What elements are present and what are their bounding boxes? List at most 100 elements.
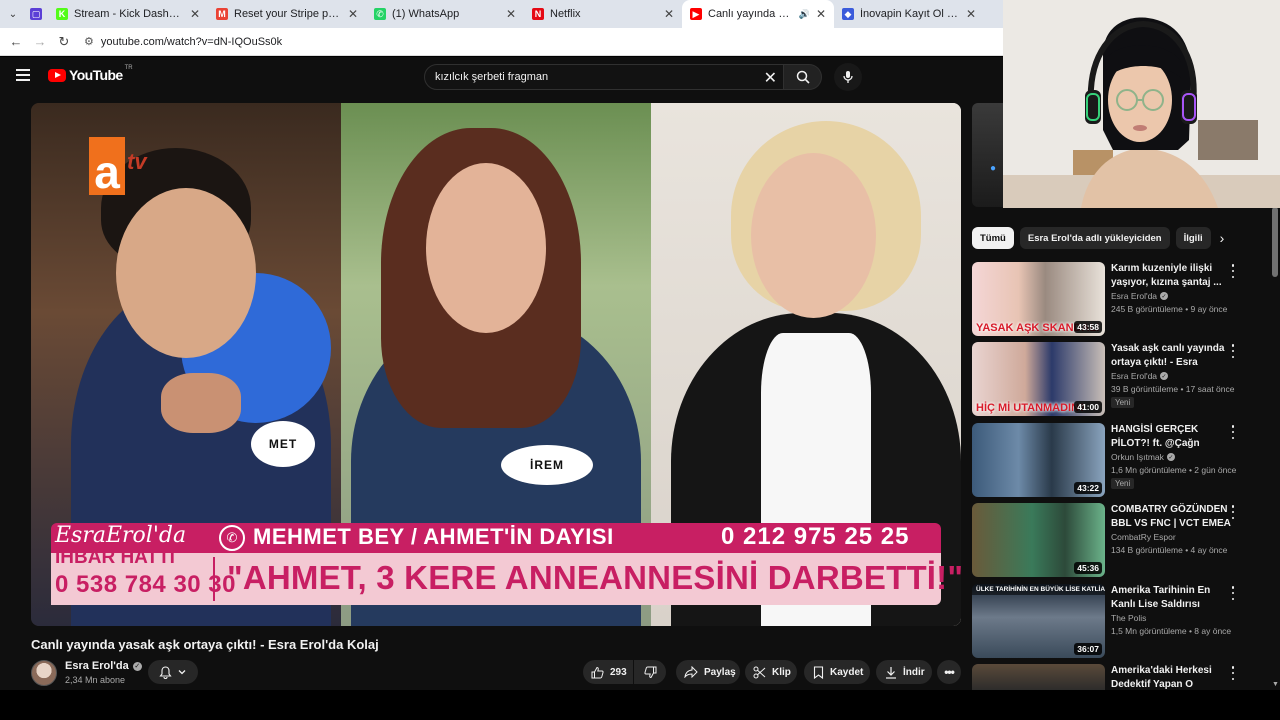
recommendation-title[interactable]: Amerika'daki Herkesi Dedektif Yapan O Ci… — [1111, 664, 1231, 692]
browser-tab[interactable]: N Netflix ✕ — [524, 0, 682, 28]
bookmark-icon — [813, 665, 824, 679]
search-button[interactable] — [784, 64, 822, 90]
recommendation-channel[interactable]: Orkun Işıtmak ✓ — [1111, 452, 1175, 462]
clear-search-icon[interactable]: ✕ — [764, 68, 777, 88]
pinned-tab[interactable]: ▢ — [26, 0, 48, 28]
video-player[interactable]: MET a tv İREM EsraErol'da ✆ MEHMET BEY /… — [31, 103, 961, 626]
menu-icon[interactable] — [16, 69, 30, 84]
search-input[interactable]: kızılcık şerbeti fragman ✕ — [424, 64, 784, 90]
browser-tab[interactable]: K Stream - Kick Dashboard ✕ — [48, 0, 208, 28]
reload-icon[interactable]: ↻ — [52, 34, 76, 50]
recommendation-title[interactable]: HANGİSİ GERÇEK PİLOT?! ft. @Çağn Ergün — [1111, 423, 1231, 451]
close-tab-icon[interactable]: ✕ — [190, 7, 200, 21]
recommendation-title[interactable]: COMBATRY GÖZÜNDEN BBL VS FNC | VCT EMEA … — [1111, 503, 1231, 531]
address-bar-row: ← → ↻ ⚙ youtube.com/watch?v=dN-IQOuSs0k — [0, 28, 1003, 56]
site-info-icon[interactable]: ⚙ — [84, 35, 94, 48]
person-right-face — [751, 153, 876, 318]
more-vertical-icon[interactable] — [1228, 586, 1238, 600]
filter-chip[interactable]: Tümü — [972, 227, 1014, 249]
close-tab-icon[interactable]: ✕ — [966, 7, 976, 21]
download-icon — [886, 666, 896, 679]
more-vertical-icon[interactable] — [1228, 505, 1238, 519]
hotline-number: 0 538 784 30 30 — [55, 571, 236, 598]
bottom-letterbox — [0, 690, 1280, 720]
recommendation-title[interactable]: Amerika Tarihinin En Kanlı Lise Saldırıs… — [1111, 584, 1231, 611]
tab-favicon-icon: ▶ — [690, 8, 702, 20]
clip-button[interactable]: Klip — [745, 660, 797, 684]
tab-favicon-icon: ✆ — [374, 8, 386, 20]
recommendation-channel[interactable]: Esra Erol'da ✓ — [1111, 291, 1169, 301]
more-actions-button[interactable]: ••• — [937, 660, 961, 684]
recommendation-thumbnail[interactable]: 43:22 — [972, 423, 1105, 497]
share-button[interactable]: Paylaş — [676, 660, 740, 684]
forward-arrow-icon[interactable]: → — [28, 34, 52, 49]
save-button[interactable]: Kaydet — [804, 660, 870, 684]
share-icon — [684, 666, 698, 678]
close-tab-icon[interactable]: ✕ — [506, 7, 516, 21]
close-tab-icon[interactable]: ✕ — [348, 7, 358, 21]
pinned-tab-icon: ▢ — [30, 8, 42, 20]
name-tag-center: İREM — [501, 445, 593, 485]
recommendation-channel-name: Esra Erol'da — [1111, 291, 1158, 301]
more-vertical-icon[interactable] — [1228, 666, 1238, 680]
recommendation-title[interactable]: Yasak aşk canlı yayında ortaya çıktı! - … — [1111, 342, 1231, 370]
chevron-right-icon[interactable]: › — [1212, 228, 1232, 248]
channel-logo-a: a — [89, 137, 125, 195]
notifications-button[interactable] — [148, 660, 198, 684]
filter-chip[interactable]: İlgili — [1175, 227, 1211, 249]
channel-name[interactable]: Esra Erol'da ✓ — [65, 660, 142, 672]
video-duration: 41:00 — [1074, 401, 1102, 413]
thumbs-down-icon — [643, 666, 656, 678]
filter-chip[interactable]: Esra Erol'da adlı yükleyiciden — [1019, 227, 1170, 249]
youtube-logo[interactable]: YouTube TR — [48, 65, 133, 83]
filter-chips: Tümü Esra Erol'da adlı yükleyiciden İlgili — [972, 227, 1217, 249]
recommendation-item[interactable]: 43:22 HANGİSİ GERÇEK PİLOT?! ft. @Çağn Er… — [972, 423, 1262, 497]
voice-search-button[interactable] — [834, 63, 862, 91]
person-left-face — [116, 188, 256, 358]
download-button[interactable]: İndir — [876, 660, 932, 684]
tab-search-button[interactable]: ⌄ — [0, 0, 26, 28]
like-button[interactable]: 293 — [583, 660, 633, 684]
recommendation-channel[interactable]: Esra Erol'da ✓ — [1111, 371, 1169, 381]
recommendation-thumbnail[interactable]: YASAK AŞK SKANDALI 43:58 — [972, 262, 1105, 336]
recommendation-thumbnail[interactable]: ÜLKE TARİHİNİN EN BÜYÜK LİSE KATLİAMI 36:… — [972, 584, 1105, 658]
banner-quote: "AHMET, 3 KERE ANNEANNESİNİ DARBETTİ!" — [227, 559, 961, 596]
scrollbar-thumb[interactable] — [1272, 207, 1278, 277]
recommendation-channel[interactable]: CombatRy Espor — [1111, 532, 1176, 542]
browser-tab[interactable]: M Reset your Stripe password - n ✕ — [208, 0, 366, 28]
clip-label: Klip — [772, 666, 791, 678]
scissors-icon — [753, 666, 766, 678]
recommendation-item[interactable]: YASAK AŞK SKANDALI 43:58 Karım kuzeniyle i… — [972, 262, 1262, 336]
recommendation-channel[interactable]: The Polis — [1111, 613, 1146, 623]
verified-icon: ✓ — [1166, 453, 1175, 461]
video-duration: 43:22 — [1074, 482, 1102, 494]
subscriber-count: 2,34 Mn abone — [65, 675, 126, 685]
more-vertical-icon[interactable] — [1228, 344, 1238, 358]
browser-tab[interactable]: ◆ İnovapin Kayıt Ol | Hemen Üye ✕ — [834, 0, 984, 28]
sidebar-scrollbar[interactable]: ▼ — [1270, 207, 1280, 690]
channel-logo-tv: tv — [127, 149, 147, 174]
recommendation-thumbnail[interactable] — [972, 664, 1105, 692]
more-vertical-icon[interactable] — [1228, 264, 1238, 278]
url-field[interactable]: ⚙ youtube.com/watch?v=dN-IQOuSs0k — [84, 35, 282, 49]
recommendation-channel-name: Orkun Işıtmak — [1111, 452, 1164, 462]
browser-tab[interactable]: ✆ (1) WhatsApp ✕ — [366, 0, 524, 28]
close-tab-icon[interactable]: ✕ — [816, 7, 826, 21]
speaker-icon: 🔊 — [798, 8, 810, 19]
back-arrow-icon[interactable]: ← — [4, 34, 28, 49]
youtube-play-icon — [48, 68, 66, 82]
browser-tab[interactable]: ▶ Canlı yayında yasak aşk orta🔊 ✕ — [682, 0, 834, 28]
recommendation-item[interactable]: ÜLKE TARİHİNİN EN BÜYÜK LİSE KATLİAMI 36:… — [972, 584, 1262, 658]
channel-avatar[interactable] — [31, 660, 57, 686]
scroll-down-arrow-icon[interactable]: ▼ — [1272, 681, 1279, 688]
recommendation-thumbnail[interactable]: 45:36 — [972, 503, 1105, 577]
close-tab-icon[interactable]: ✕ — [664, 7, 674, 21]
recommendation-item[interactable]: 45:36 COMBATRY GÖZÜNDEN BBL VS FNC | VCT … — [972, 503, 1262, 577]
sidebar-ad-thumb[interactable]: ● — [972, 103, 1004, 207]
recommendation-item[interactable]: Amerika'daki Herkesi Dedektif Yapan O Ci… — [972, 664, 1262, 692]
recommendation-thumbnail[interactable]: HİÇ Mİ UTANMADIN? 41:00 — [972, 342, 1105, 416]
dislike-button[interactable] — [634, 660, 666, 684]
more-vertical-icon[interactable] — [1228, 425, 1238, 439]
recommendation-title[interactable]: Karım kuzeniyle ilişki yaşıyor, kızına ş… — [1111, 262, 1231, 289]
recommendation-item[interactable]: HİÇ Mİ UTANMADIN? 41:00 Yasak aşk canlı ya… — [972, 342, 1262, 416]
